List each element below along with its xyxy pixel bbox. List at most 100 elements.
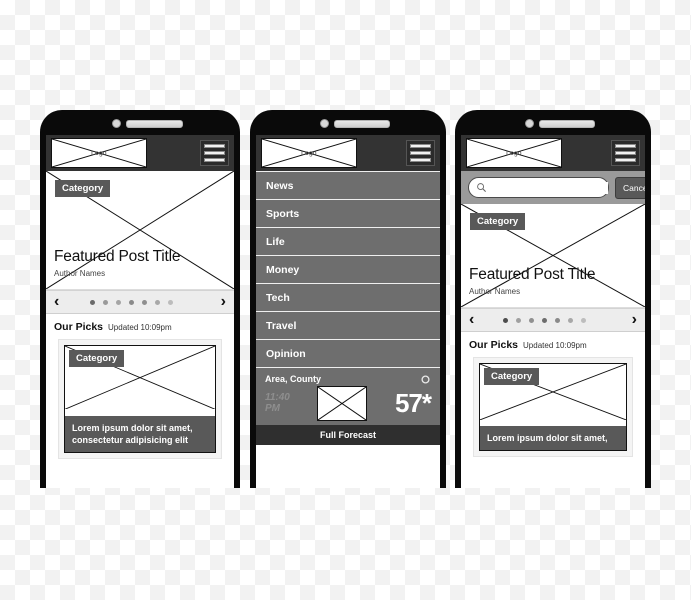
nav-menu-list: News Sports Life Money Tech Travel Opini… (256, 171, 440, 367)
weather-time: 11:40 PM (265, 392, 290, 414)
our-picks-heading: Our Picks (54, 321, 104, 333)
our-picks-heading-row: Our Picks Updated 10:09pm (469, 339, 637, 351)
pick-card[interactable]: Category Lorem ipsum dolor sit amet, (473, 357, 633, 458)
weather-location: Area, County (265, 374, 322, 384)
carousel-dot[interactable] (515, 317, 521, 323)
our-picks-section-home: Our Picks Updated 10:09pm Category Lorem… (46, 314, 234, 460)
carousel-dot[interactable] (580, 317, 586, 323)
carousel-next-button[interactable]: › (632, 312, 637, 328)
front-camera-icon (112, 119, 121, 128)
nav-item-money[interactable]: Money (256, 255, 440, 283)
search-cancel-button[interactable]: Cancel (615, 176, 645, 199)
featured-post-author: Author Names (469, 287, 521, 296)
our-picks-updated: Updated 10:09pm (108, 323, 172, 332)
featured-post-title: Featured Post Title (469, 266, 596, 283)
logo-placeholder[interactable]: Logo (261, 138, 357, 168)
front-camera-icon (320, 119, 329, 128)
nav-item-news[interactable]: News (256, 171, 440, 199)
nav-item-opinion[interactable]: Opinion (256, 339, 440, 367)
device-top-bar (250, 110, 446, 135)
carousel-dot[interactable] (128, 299, 134, 305)
pick-card-category-badge[interactable]: Category (69, 350, 125, 367)
carousel-dot[interactable] (528, 317, 534, 323)
screen-home: Logo Category Featured Post Title Author… (46, 135, 234, 488)
phone-device-menu: Logo News Sports Life Money Tech Travel … (250, 110, 446, 488)
search-input[interactable] (468, 177, 609, 198)
hamburger-line (615, 150, 636, 156)
screen-menu: Logo News Sports Life Money Tech Travel … (256, 135, 440, 488)
full-forecast-button[interactable]: Full Forecast (256, 425, 440, 445)
category-badge[interactable]: Category (55, 180, 111, 197)
weather-row: 11:40 PM 57* (265, 386, 432, 421)
carousel-prev-button[interactable]: ‹ (54, 294, 59, 310)
carousel-dot[interactable] (115, 299, 121, 305)
search-text-field[interactable] (487, 181, 608, 194)
phone-device-home: Logo Category Featured Post Title Author… (40, 110, 240, 488)
earpiece-speaker-icon (539, 120, 595, 128)
nav-item-sports[interactable]: Sports (256, 199, 440, 227)
placeholder-x-icon (318, 387, 367, 420)
hamburger-line (410, 144, 431, 149)
carousel-dots-home[interactable] (89, 299, 173, 305)
device-top-bar (455, 110, 651, 135)
nav-item-tech[interactable]: Tech (256, 283, 440, 311)
logo-placeholder[interactable]: Logo (51, 138, 147, 168)
hamburger-line (615, 157, 636, 162)
logo-label: Logo (506, 149, 522, 157)
carousel-prev-button[interactable]: ‹ (469, 312, 474, 328)
hamburger-icon[interactable] (406, 140, 435, 166)
hamburger-line (204, 157, 225, 162)
hamburger-line (615, 144, 636, 149)
gear-icon[interactable] (421, 375, 430, 384)
pick-card-image: Category (480, 364, 626, 426)
carousel-dot[interactable] (167, 299, 173, 305)
carousel-dot[interactable] (141, 299, 147, 305)
pick-card-inner: Category Lorem ipsum dolor sit amet, (479, 363, 627, 452)
pick-card-caption: Lorem ipsum dolor sit amet, (480, 426, 626, 451)
hamburger-line (410, 157, 431, 162)
weather-condition-placeholder (317, 386, 368, 421)
logo-placeholder[interactable]: Logo (466, 138, 562, 168)
our-picks-section-search: Our Picks Updated 10:09pm Category Lorem… (461, 332, 645, 458)
pick-card-caption: Lorem ipsum dolor sit amet, consectetur … (65, 416, 215, 453)
front-camera-icon (525, 119, 534, 128)
our-picks-updated: Updated 10:09pm (523, 341, 587, 350)
weather-time-meridiem: PM (265, 402, 280, 414)
hamburger-line (204, 150, 225, 156)
logo-label: Logo (301, 149, 317, 157)
carousel-dot[interactable] (154, 299, 160, 305)
carousel-dot[interactable] (502, 317, 508, 323)
weather-time-hour: 11:40 (265, 392, 290, 403)
carousel-dot[interactable] (567, 317, 573, 323)
carousel-pager-search: ‹ › (461, 308, 645, 332)
our-picks-heading-row: Our Picks Updated 10:09pm (54, 321, 226, 333)
pick-card-category-badge[interactable]: Category (484, 368, 540, 385)
category-badge[interactable]: Category (470, 213, 526, 230)
carousel-next-button[interactable]: › (221, 294, 226, 310)
nav-item-life[interactable]: Life (256, 227, 440, 255)
carousel-dot[interactable] (554, 317, 560, 323)
app-header-home: Logo (46, 135, 234, 171)
app-header-search: Logo (461, 135, 645, 171)
nav-item-travel[interactable]: Travel (256, 311, 440, 339)
earpiece-speaker-icon (334, 120, 390, 128)
hamburger-icon[interactable] (200, 140, 229, 166)
device-top-bar (40, 110, 240, 135)
carousel-dot[interactable] (541, 317, 547, 323)
search-icon (477, 183, 487, 193)
hamburger-line (204, 144, 225, 149)
carousel-dot[interactable] (102, 299, 108, 305)
hamburger-icon[interactable] (611, 140, 640, 166)
weather-widget: Area, County 11:40 PM 57* (256, 367, 440, 425)
carousel-dot[interactable] (89, 299, 95, 305)
carousel-pager-home: ‹ › (46, 290, 234, 314)
hero-featured-post[interactable]: Category Featured Post Title Author Name… (46, 171, 234, 290)
our-picks-heading: Our Picks (469, 339, 519, 351)
pick-card-inner: Category Lorem ipsum dolor sit amet, con… (64, 345, 216, 454)
pick-card[interactable]: Category Lorem ipsum dolor sit amet, con… (58, 339, 222, 460)
hero-featured-post[interactable]: Category Featured Post Title Author Name… (461, 204, 645, 308)
wireframe-canvas: Logo Category Featured Post Title Author… (0, 0, 691, 600)
carousel-dots-search[interactable] (502, 317, 586, 323)
logo-label: Logo (91, 149, 107, 157)
pick-card-image: Category (65, 346, 215, 416)
